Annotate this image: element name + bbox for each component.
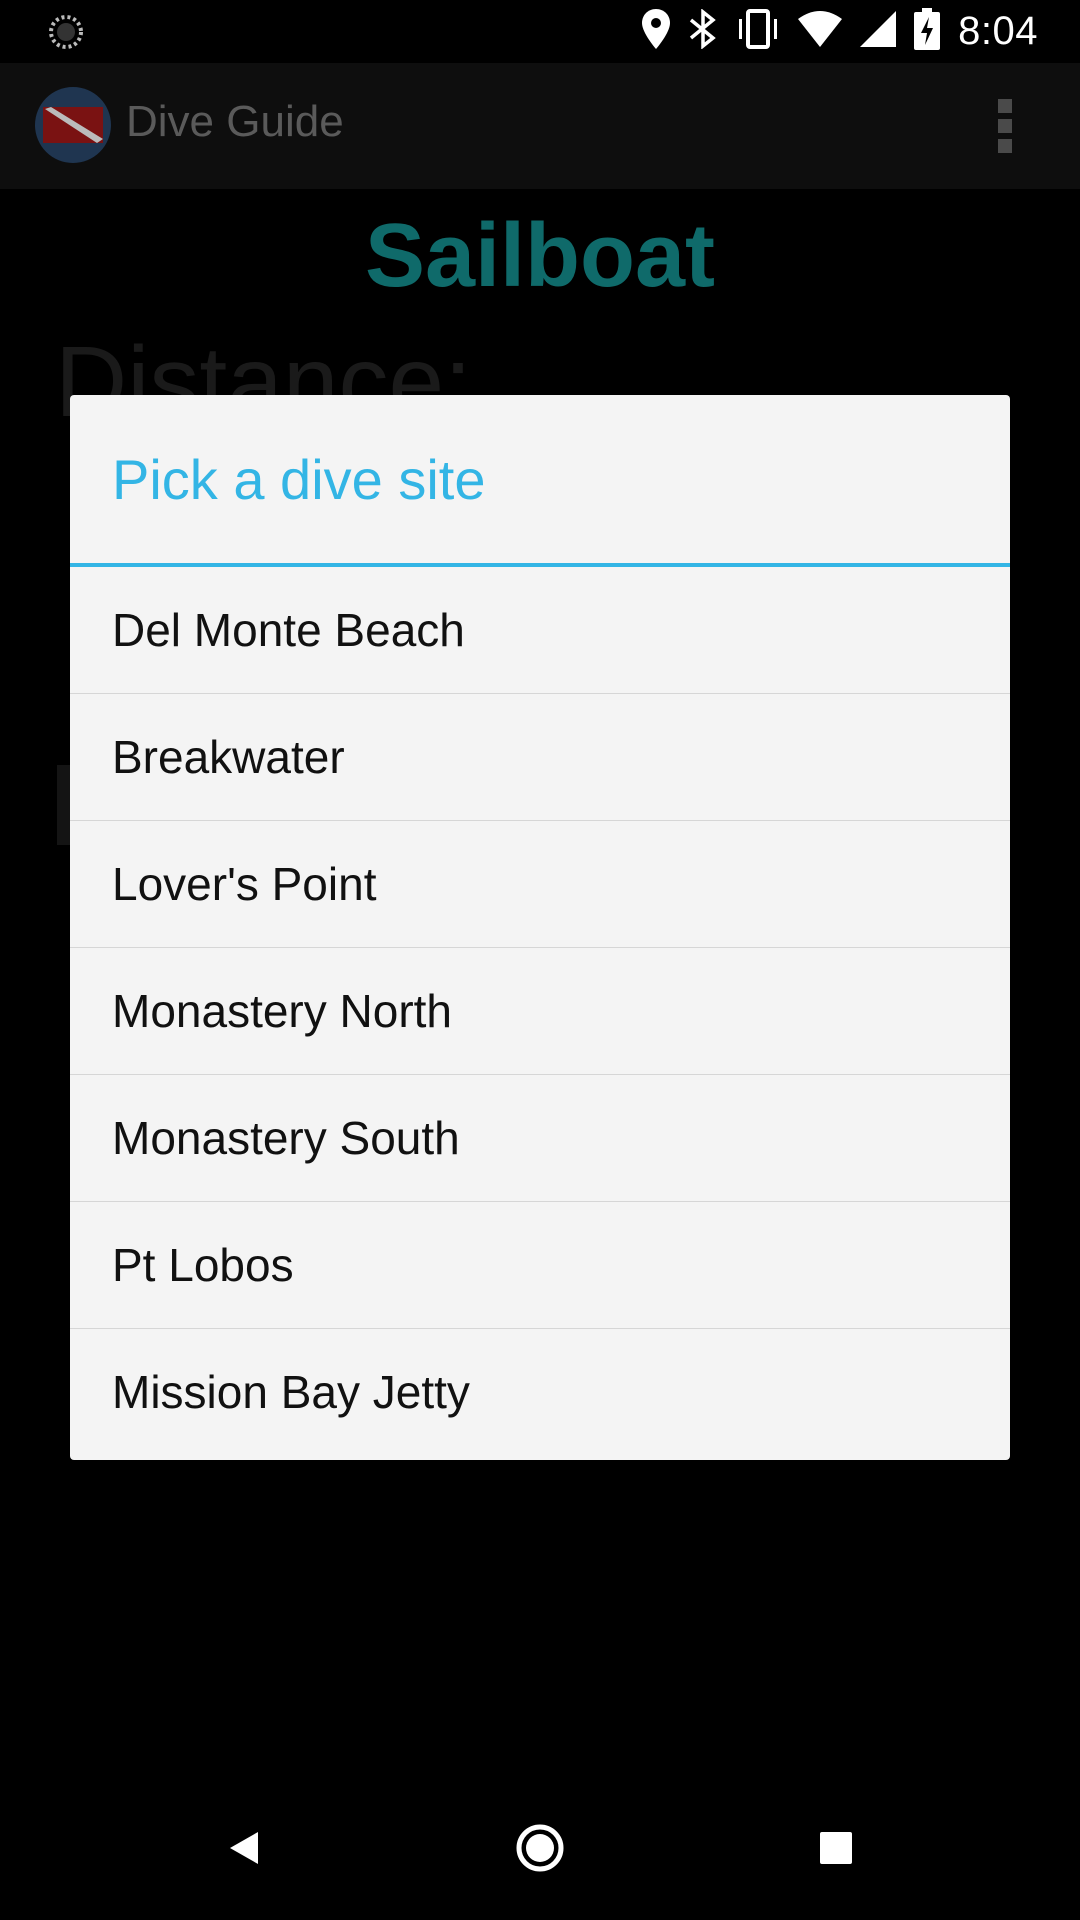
navigation-bar [0,1776,1080,1920]
page-title: Sailboat [364,206,716,306]
dive-site-item-monastery-north[interactable]: Monastery North [70,948,1010,1075]
back-icon[interactable] [218,1816,274,1880]
dive-flag-icon [35,87,111,163]
status-time: 8:04 [958,9,1038,53]
home-icon[interactable] [512,1808,568,1888]
sync-icon [48,14,84,50]
signal-icon [860,11,897,52]
recents-icon[interactable] [820,1816,854,1880]
battery-charging-icon [914,8,941,55]
dive-site-item-breakwater[interactable]: Breakwater [70,694,1010,821]
screen: 8:04 Dive Guide Sailboat Distance: Pick … [0,0,1080,1920]
vibrate-icon [736,9,780,54]
app-title: Dive Guide [126,97,344,146]
dialog-title: Pick a dive site [112,448,486,511]
dive-site-item-lovers-point[interactable]: Lover's Point [70,821,1010,948]
location-icon [642,9,671,54]
app-bar: Dive Guide [0,63,1080,189]
dive-site-list: Del Monte Beach Breakwater Lover's Point… [70,567,1010,1456]
background-fragment [57,765,71,845]
pick-dive-site-dialog: Pick a dive site Del Monte Beach Breakwa… [70,395,1010,1460]
dive-site-item-mission-bay-jetty[interactable]: Mission Bay Jetty [70,1329,1010,1456]
dive-site-item-monastery-south[interactable]: Monastery South [70,1075,1010,1202]
bluetooth-icon [688,8,718,54]
dive-site-item-del-monte-beach[interactable]: Del Monte Beach [70,567,1010,694]
dive-site-item-pt-lobos[interactable]: Pt Lobos [70,1202,1010,1329]
wifi-icon [798,11,843,52]
status-bar: 8:04 [0,0,1080,63]
overflow-menu-icon[interactable] [990,99,1020,159]
